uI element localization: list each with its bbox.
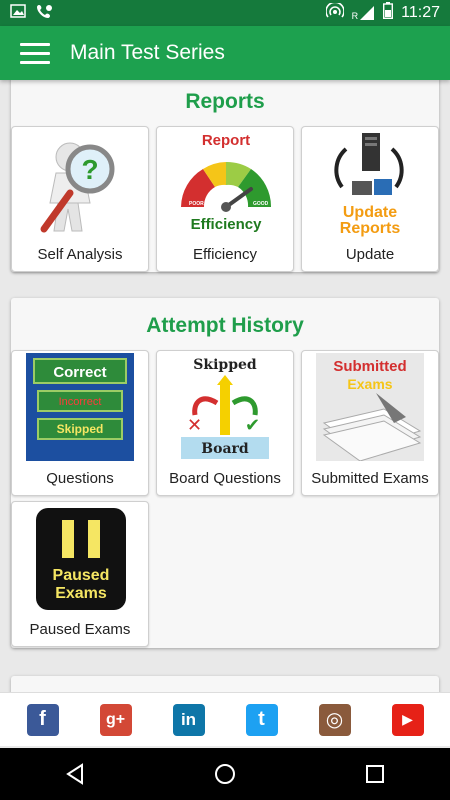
svg-text:?: ? [81,154,98,185]
correct-word: Correct [53,364,106,381]
exams-word: Exams [347,376,392,392]
report-gauge-icon: Report POOR GOOD Efficiency [167,129,285,237]
submitted-exams-icon: Submitted Exams [316,353,424,462]
update-label: Update [345,246,395,263]
roaming-label: R [351,11,359,21]
google-plus-icon[interactable]: g+ [99,703,132,736]
main-content[interactable]: Reports ? Self Analysis Report POOR GOOD… [0,80,450,692]
skipped-board-icon: Skipped ✕ ✔ Board [171,353,279,461]
update-tile[interactable]: Update Reports Update [301,126,439,272]
correct-incorrect-skipped-icon: Correct Incorrect Skipped [26,353,134,461]
linkedin-icon[interactable]: in [172,703,205,736]
paused-exams-tile[interactable]: Paused Exams Paused Exams [11,501,149,647]
signal-icon: R [352,5,376,21]
board-skipped-word: Skipped [193,357,257,373]
paused-word: Paused [53,567,110,584]
efficiency-word: Efficiency [191,216,263,233]
board-questions-tile[interactable]: Skipped ✕ ✔ Board Board Questions [156,350,294,496]
pause-icon: Paused Exams [34,506,128,612]
submitted-exams-tile[interactable]: Submitted Exams Submitted Exams [301,350,439,496]
update-reports-icon: Update Reports [316,129,424,237]
hotspot-icon [324,1,345,24]
incorrect-word: Incorrect [59,396,102,408]
app-title: Main Test Series [70,41,225,64]
twitter-icon[interactable]: t [245,703,278,736]
home-icon[interactable] [205,754,245,794]
efficiency-label: Efficiency [193,246,257,263]
phone-voicemail-icon [36,3,54,23]
self-analysis-tile[interactable]: ? Self Analysis [11,126,149,272]
questions-label: Questions [46,470,114,487]
submitted-word: Submitted [333,358,406,375]
reports-word: Reports [340,220,401,237]
svg-text:✕: ✕ [187,415,202,436]
clock: 11:27 [401,4,440,21]
efficiency-tile[interactable]: Report POOR GOOD Efficiency Efficiency [156,126,294,272]
svg-text:✔: ✔ [245,415,260,436]
reports-section: Reports ? Self Analysis Report POOR GOOD… [11,80,439,272]
navigation-bar [0,748,450,800]
next-section [11,676,439,692]
instagram-icon[interactable]: ◎ [318,703,351,736]
paused-exams-word: Exams [55,585,107,602]
skipped-word: Skipped [57,422,104,436]
report-word: Report [202,132,250,149]
image-icon [10,3,26,23]
app-bar: Main Test Series [0,26,450,80]
reports-title: Reports [185,90,265,113]
good-label: GOOD [253,201,269,207]
status-bar: R 11:27 [0,0,450,26]
board-word: Board [201,441,249,457]
social-bar: f g+ in t ◎ ▶ [0,692,450,746]
paused-exams-label: Paused Exams [29,621,131,638]
poor-label: POOR [189,201,204,207]
hamburger-icon[interactable] [0,26,70,80]
questions-tile[interactable]: Correct Incorrect Skipped Questions [11,350,149,496]
self-analysis-label: Self Analysis [37,246,123,263]
battery-icon [383,2,394,24]
youtube-icon[interactable]: ▶ [391,703,424,736]
update-word: Update [343,204,397,221]
back-icon[interactable] [55,754,95,794]
attempt-history-section: Attempt History Correct Incorrect Skippe… [11,298,439,648]
attempt-history-title: Attempt History [146,314,304,337]
submitted-exams-label: Submitted Exams [311,470,429,487]
board-questions-label: Board Questions [169,470,281,487]
recents-icon[interactable] [355,754,395,794]
magnifier-question-icon: ? [26,129,134,237]
facebook-icon[interactable]: f [26,703,59,736]
